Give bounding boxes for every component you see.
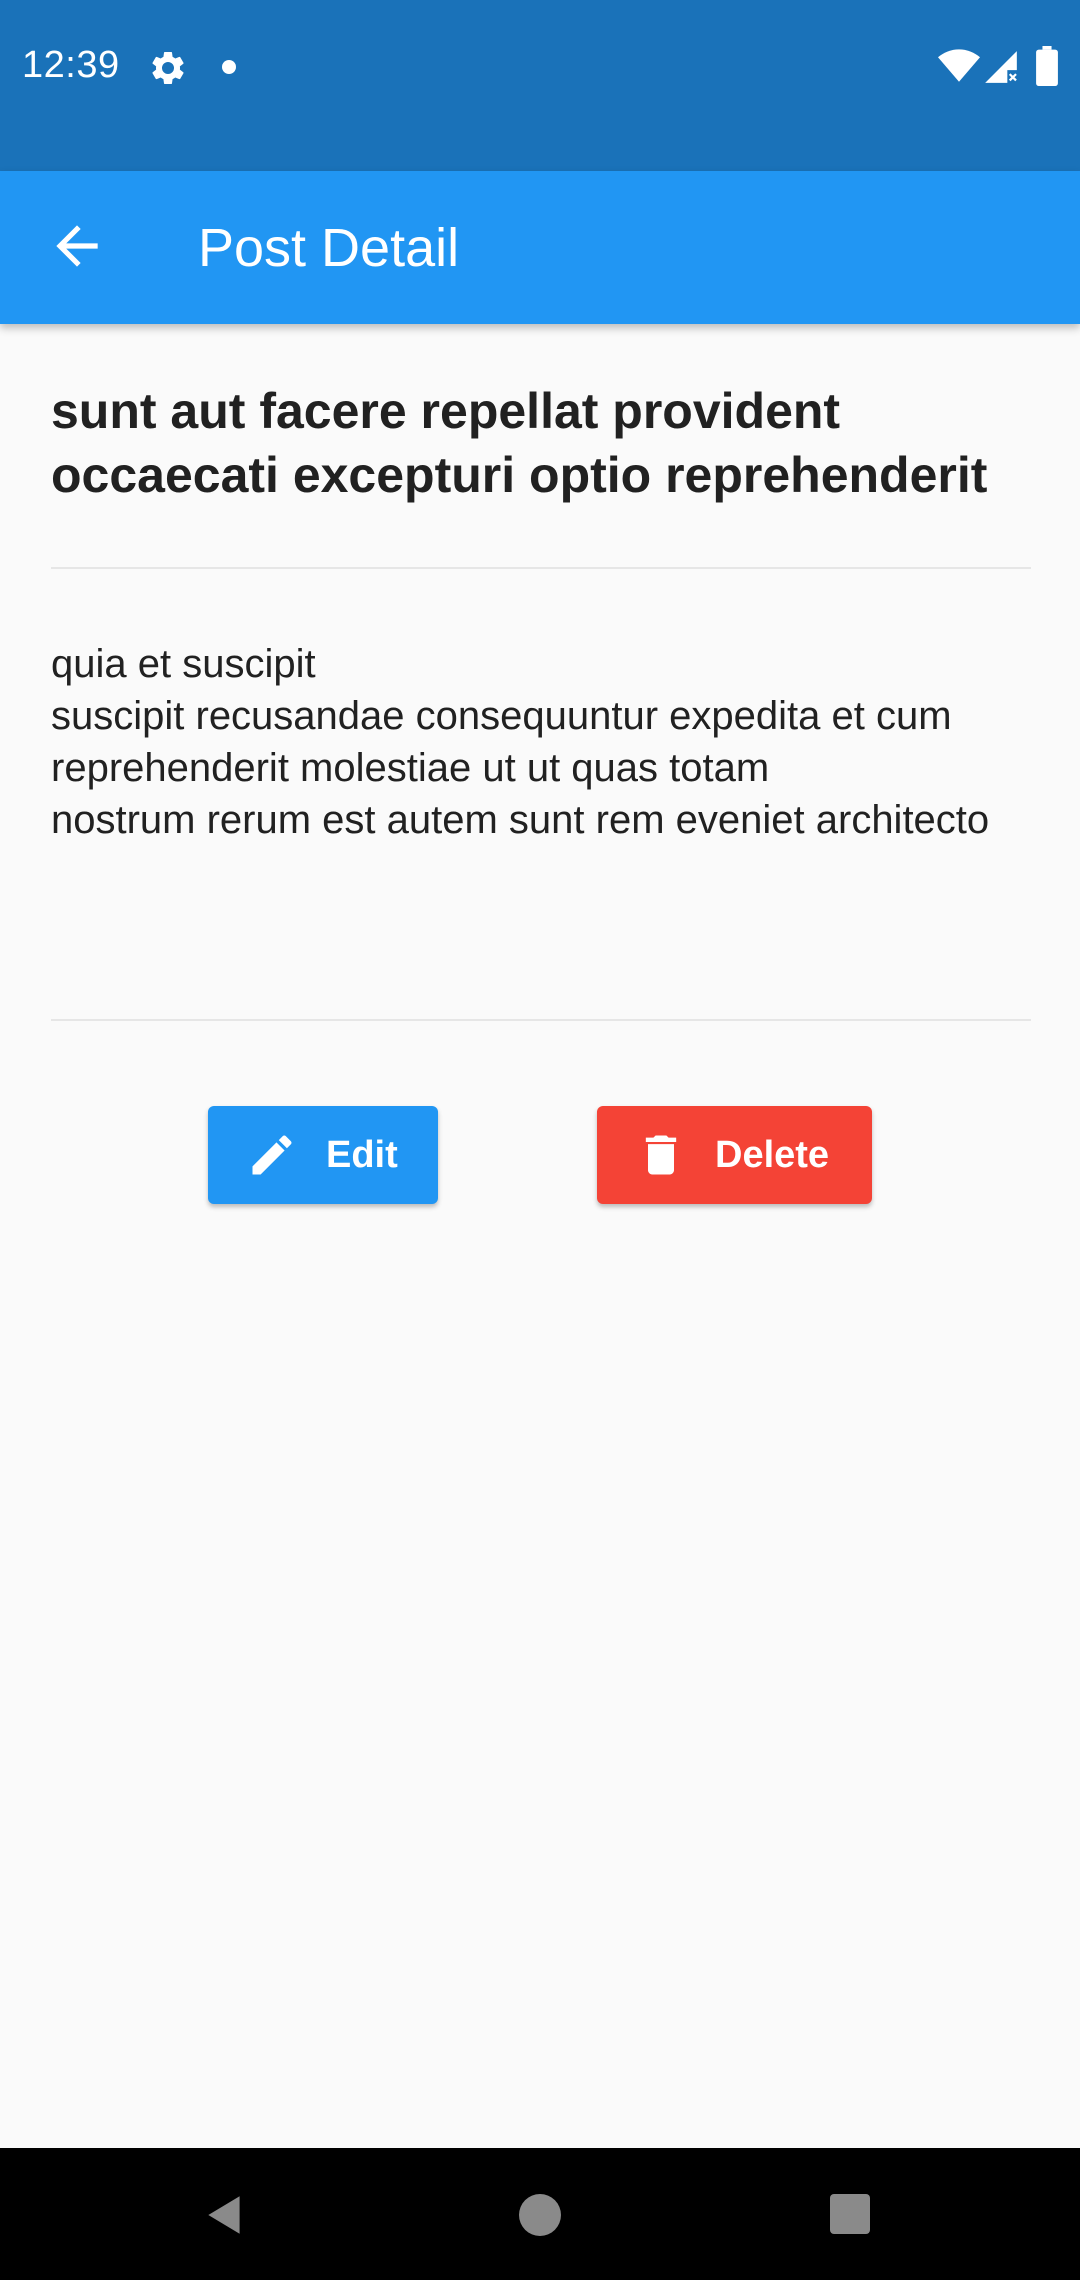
back-triangle-icon[interactable] <box>200 2190 250 2240</box>
pencil-icon <box>252 1135 292 1175</box>
back-arrow-icon[interactable] <box>46 215 108 277</box>
post-content: sunt aut facere repellat provident occae… <box>51 324 1031 507</box>
delete-button[interactable]: Delete <box>597 1106 872 1204</box>
signal-icon <box>985 51 1017 83</box>
battery-icon <box>1036 46 1058 86</box>
page-title: Post Detail <box>198 218 460 278</box>
divider <box>51 1019 1031 1021</box>
system-nav-bar <box>0 2148 1080 2280</box>
post-title: sunt aut facere repellat provident occae… <box>51 383 988 503</box>
divider <box>51 567 1031 569</box>
recents-square-icon[interactable] <box>830 2194 870 2234</box>
status-time: 12:39 <box>22 44 120 86</box>
wifi-icon <box>938 49 980 82</box>
status-bar: 12:39 <box>0 0 1080 171</box>
edit-button-label: Edit <box>326 1133 398 1176</box>
notification-dot <box>222 60 236 74</box>
trash-icon <box>645 1135 677 1175</box>
delete-button-label: Delete <box>715 1133 830 1176</box>
gear-icon <box>152 51 184 84</box>
edit-button[interactable]: Edit <box>208 1106 438 1204</box>
home-circle-icon[interactable] <box>519 2194 561 2236</box>
post-body: quia et suscipit suscipit recusandae con… <box>51 642 990 842</box>
app-bar: Post Detail <box>0 171 1080 324</box>
